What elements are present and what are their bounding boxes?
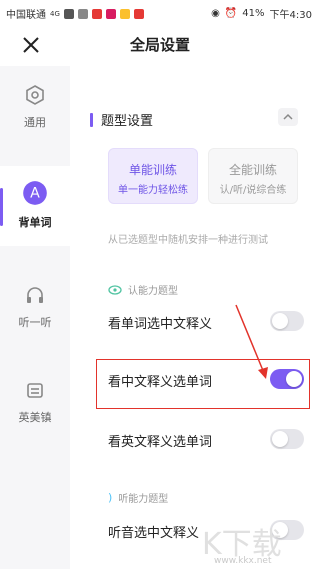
highlight-box — [96, 359, 310, 409]
app-icon — [119, 8, 130, 19]
settings-icon — [26, 85, 44, 105]
eye-icon — [108, 284, 122, 295]
option-label: 看英文释义选单词 — [108, 435, 213, 450]
section-marker — [90, 112, 93, 127]
watermark-url: www.kkx.net — [214, 556, 272, 566]
notification-icon — [91, 8, 102, 19]
group-title: 认能力题型 — [128, 286, 178, 297]
sidebar-item-label: 通用 — [24, 116, 46, 129]
chevron-up-icon — [283, 113, 293, 120]
wifi-icon — [77, 8, 88, 19]
group-title: 听能力题型 — [118, 494, 169, 505]
sidebar-item-general[interactable]: 通用 — [0, 66, 70, 146]
toggle-knob — [272, 313, 288, 329]
carrier-name: 中国联通 — [6, 10, 46, 21]
letter-a-icon: A — [23, 181, 47, 205]
sidebar-item-vocabulary[interactable]: A 背单词 — [0, 166, 70, 246]
option-toggle[interactable] — [270, 311, 304, 331]
app-icon — [133, 8, 144, 19]
sidebar-item-label: 背单词 — [18, 216, 52, 229]
mode-all-round-training[interactable]: 全能训练 认/听/说综合练 — [208, 148, 298, 204]
option-label: 听音选中文释义 — [108, 526, 200, 541]
mode-title: 单能训练 — [128, 163, 177, 177]
eye-icon: ◉ — [211, 8, 220, 19]
section-title: 题型设置 — [101, 114, 154, 129]
mode-single-training[interactable]: 单能训练 单一能力轻松练 — [108, 148, 198, 204]
clock: 下午4:30 — [269, 10, 312, 21]
svg-text:A: A — [30, 186, 40, 202]
mode-subtitle: 认/听/说综合练 — [219, 185, 287, 196]
mode-subtitle: 单一能力轻松练 — [118, 185, 188, 196]
group-label-listening: ) 听能力题型 — [108, 490, 168, 505]
sidebar: 通用 A 背单词 听一听 英美镇 — [0, 66, 70, 569]
mode-description: 从已选题型中随机安排一种进行测试 — [108, 235, 268, 246]
mode-title: 全能训练 — [228, 163, 277, 177]
status-bar: 中国联通 4G ◉ ⏰ 41% 下午4:30 — [0, 0, 320, 24]
option-label: 看单词选中文释义 — [108, 317, 213, 332]
main-panel: 题型设置 单能训练 单一能力轻松练 全能训练 认/听/说综合练 从已选题型中随机… — [70, 66, 320, 569]
sidebar-item-town[interactable]: 英美镇 — [0, 361, 70, 441]
ear-icon: ) — [108, 491, 113, 504]
headphones-icon — [27, 287, 43, 303]
app-icon — [105, 8, 116, 19]
sidebar-item-listen[interactable]: 听一听 — [0, 266, 70, 346]
alarm-icon: ⏰ — [224, 8, 238, 19]
option-row: 看单词选中文释义 — [108, 307, 308, 337]
toggle-knob — [272, 431, 288, 447]
page-title: 全局设置 — [129, 36, 190, 54]
battery-level: 41% — [242, 8, 265, 19]
sidebar-item-label: 听一听 — [18, 316, 52, 329]
section-header: 题型设置 — [90, 110, 153, 129]
sidebar-item-label: 英美镇 — [18, 411, 52, 424]
group-label-recognition: 认能力题型 — [108, 282, 178, 297]
network-type: 4G — [50, 9, 60, 18]
town-icon — [27, 383, 43, 398]
collapse-button[interactable] — [278, 108, 298, 126]
header: 全局设置 — [0, 24, 320, 66]
option-row: 看英文释义选单词 — [108, 425, 308, 455]
option-toggle[interactable] — [270, 429, 304, 449]
signal-icon — [63, 8, 74, 19]
